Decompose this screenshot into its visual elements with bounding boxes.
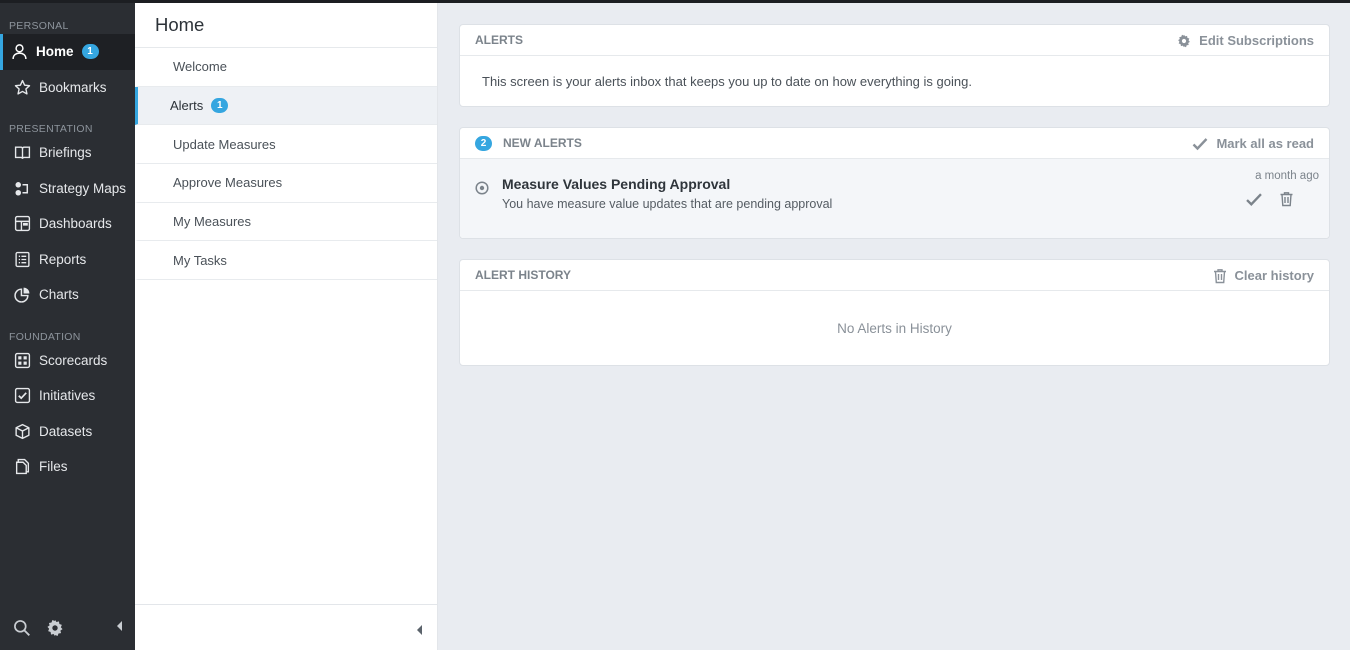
gear-icon[interactable] [45,618,65,638]
panel-footer [135,604,437,650]
files-icon [13,458,31,476]
mark-read-icon[interactable] [1245,192,1263,207]
sidebar-item-home[interactable]: Home 1 [0,34,135,70]
sidebar-item-charts[interactable]: Charts [0,277,135,313]
sidebar-item-label: Strategy Maps [39,180,127,196]
sidebar-item-strategy-maps[interactable]: Strategy Maps [0,171,135,207]
action-label: Edit Subscriptions [1199,33,1314,48]
panel-item-label: Welcome [173,59,227,75]
trash-icon [1213,268,1226,283]
edit-subscriptions-button[interactable]: Edit Subscriptions [1177,25,1314,56]
panel-title: Home [135,3,437,48]
gear-icon [1178,34,1191,47]
home-panel: Home Welcome Alerts 1 Update Measures Ap… [135,3,438,650]
alert-description: You have measure value updates that are … [502,197,833,211]
main-content: ALERTS Edit Subscriptions This screen is… [438,3,1350,650]
card-header: ALERTS Edit Subscriptions [460,25,1329,56]
sidebar-item-label: Datasets [39,423,93,439]
alert-timestamp: a month ago [1255,170,1319,182]
sidebar-section-label: FOUNDATION [9,330,81,343]
card-header: ALERT HISTORY Clear history [460,260,1329,291]
star-icon [13,78,31,96]
sidebar-item-scorecards[interactable]: Scorecards [0,343,135,379]
sidebar-item-briefings[interactable]: Briefings [0,135,135,171]
sidebar-item-label: Reports [39,251,87,267]
card-title: NEW ALERTS [503,136,582,150]
alerts-card: ALERTS Edit Subscriptions This screen is… [459,24,1330,107]
action-label: Clear history [1234,268,1314,283]
card-title: ALERT HISTORY [475,268,572,282]
sidebar-item-label: Files [39,459,68,475]
search-icon[interactable] [12,618,32,638]
sidebar-item-label: Initiatives [39,388,96,404]
home-count-badge: 1 [81,44,99,60]
report-icon [13,250,31,268]
panel-item-welcome[interactable]: Welcome [135,48,437,87]
panel-item-label: Alerts [170,98,204,114]
alert-item[interactable]: Measure Values Pending Approval You have… [460,159,1329,238]
collapse-left-icon[interactable] [115,619,123,638]
user-icon [10,43,28,61]
sidebar-bottom-bar [0,616,135,640]
sidebar-item-label: Dashboards [39,216,112,232]
panel-item-label: Update Measures [173,136,276,152]
mark-all-read-button[interactable]: Mark all as read [1192,128,1314,159]
sidebar-item-label: Scorecards [39,352,108,368]
alert-title: Measure Values Pending Approval [502,176,731,192]
alert-actions [1229,191,1294,207]
trash-icon[interactable] [1279,191,1294,207]
sidebar-item-reports[interactable]: Reports [0,242,135,278]
panel-item-alerts[interactable]: Alerts 1 [135,86,437,126]
sidebar-item-label: Briefings [39,145,92,161]
sidebar-item-label: Charts [39,287,79,303]
app-window: PERSONAL Home 1 Bookmarks PRESENTATION B… [0,3,1350,650]
sidebar-item-label: Home [36,44,74,60]
dashboard-icon [13,215,31,233]
card-title: ALERTS [475,33,523,47]
panel-item-approve-measures[interactable]: Approve Measures [135,164,437,203]
new-alerts-count-badge: 2 [475,135,492,151]
sidebar-item-initiatives[interactable]: Initiatives [0,378,135,414]
sidebar-item-dashboards[interactable]: Dashboards [0,206,135,242]
panel-item-label: My Measures [173,214,252,230]
scorecard-icon [13,351,31,369]
sidebar-item-datasets[interactable]: Datasets [0,414,135,450]
main-sidebar: PERSONAL Home 1 Bookmarks PRESENTATION B… [0,3,135,650]
new-alerts-card: 2 NEW ALERTS Mark all as read Measure Va… [459,127,1330,239]
unread-indicator-icon[interactable] [475,181,489,200]
clear-history-button[interactable]: Clear history [1213,260,1314,291]
alerts-count-badge: 1 [211,98,229,114]
pie-chart-icon [13,286,31,304]
checkmark-icon [1193,137,1208,150]
alerts-description: This screen is your alerts inbox that ke… [482,73,972,89]
cube-icon [13,422,31,440]
card-header: 2 NEW ALERTS Mark all as read [460,128,1329,159]
panel-item-label: Approve Measures [173,175,283,191]
sidebar-section-label: PERSONAL [9,20,69,32]
sidebar-item-label: Bookmarks [39,79,107,95]
panel-item-my-measures[interactable]: My Measures [135,203,437,242]
sidebar-section-label: PRESENTATION [9,123,93,135]
empty-history-message: No Alerts in History [837,320,952,336]
sidebar-item-bookmarks[interactable]: Bookmarks [0,70,135,106]
collapse-panel-icon[interactable] [415,623,423,642]
panel-item-my-tasks[interactable]: My Tasks [135,241,437,281]
sidebar-item-files[interactable]: Files [0,449,135,485]
alert-history-card: ALERT HISTORY Clear history No Alerts in… [459,259,1330,366]
action-label: Mark all as read [1216,136,1314,151]
checkbox-icon [13,387,31,405]
panel-item-update-measures[interactable]: Update Measures [135,125,437,165]
book-icon [13,144,31,162]
strategy-map-icon [13,179,31,197]
panel-item-label: My Tasks [173,252,227,268]
